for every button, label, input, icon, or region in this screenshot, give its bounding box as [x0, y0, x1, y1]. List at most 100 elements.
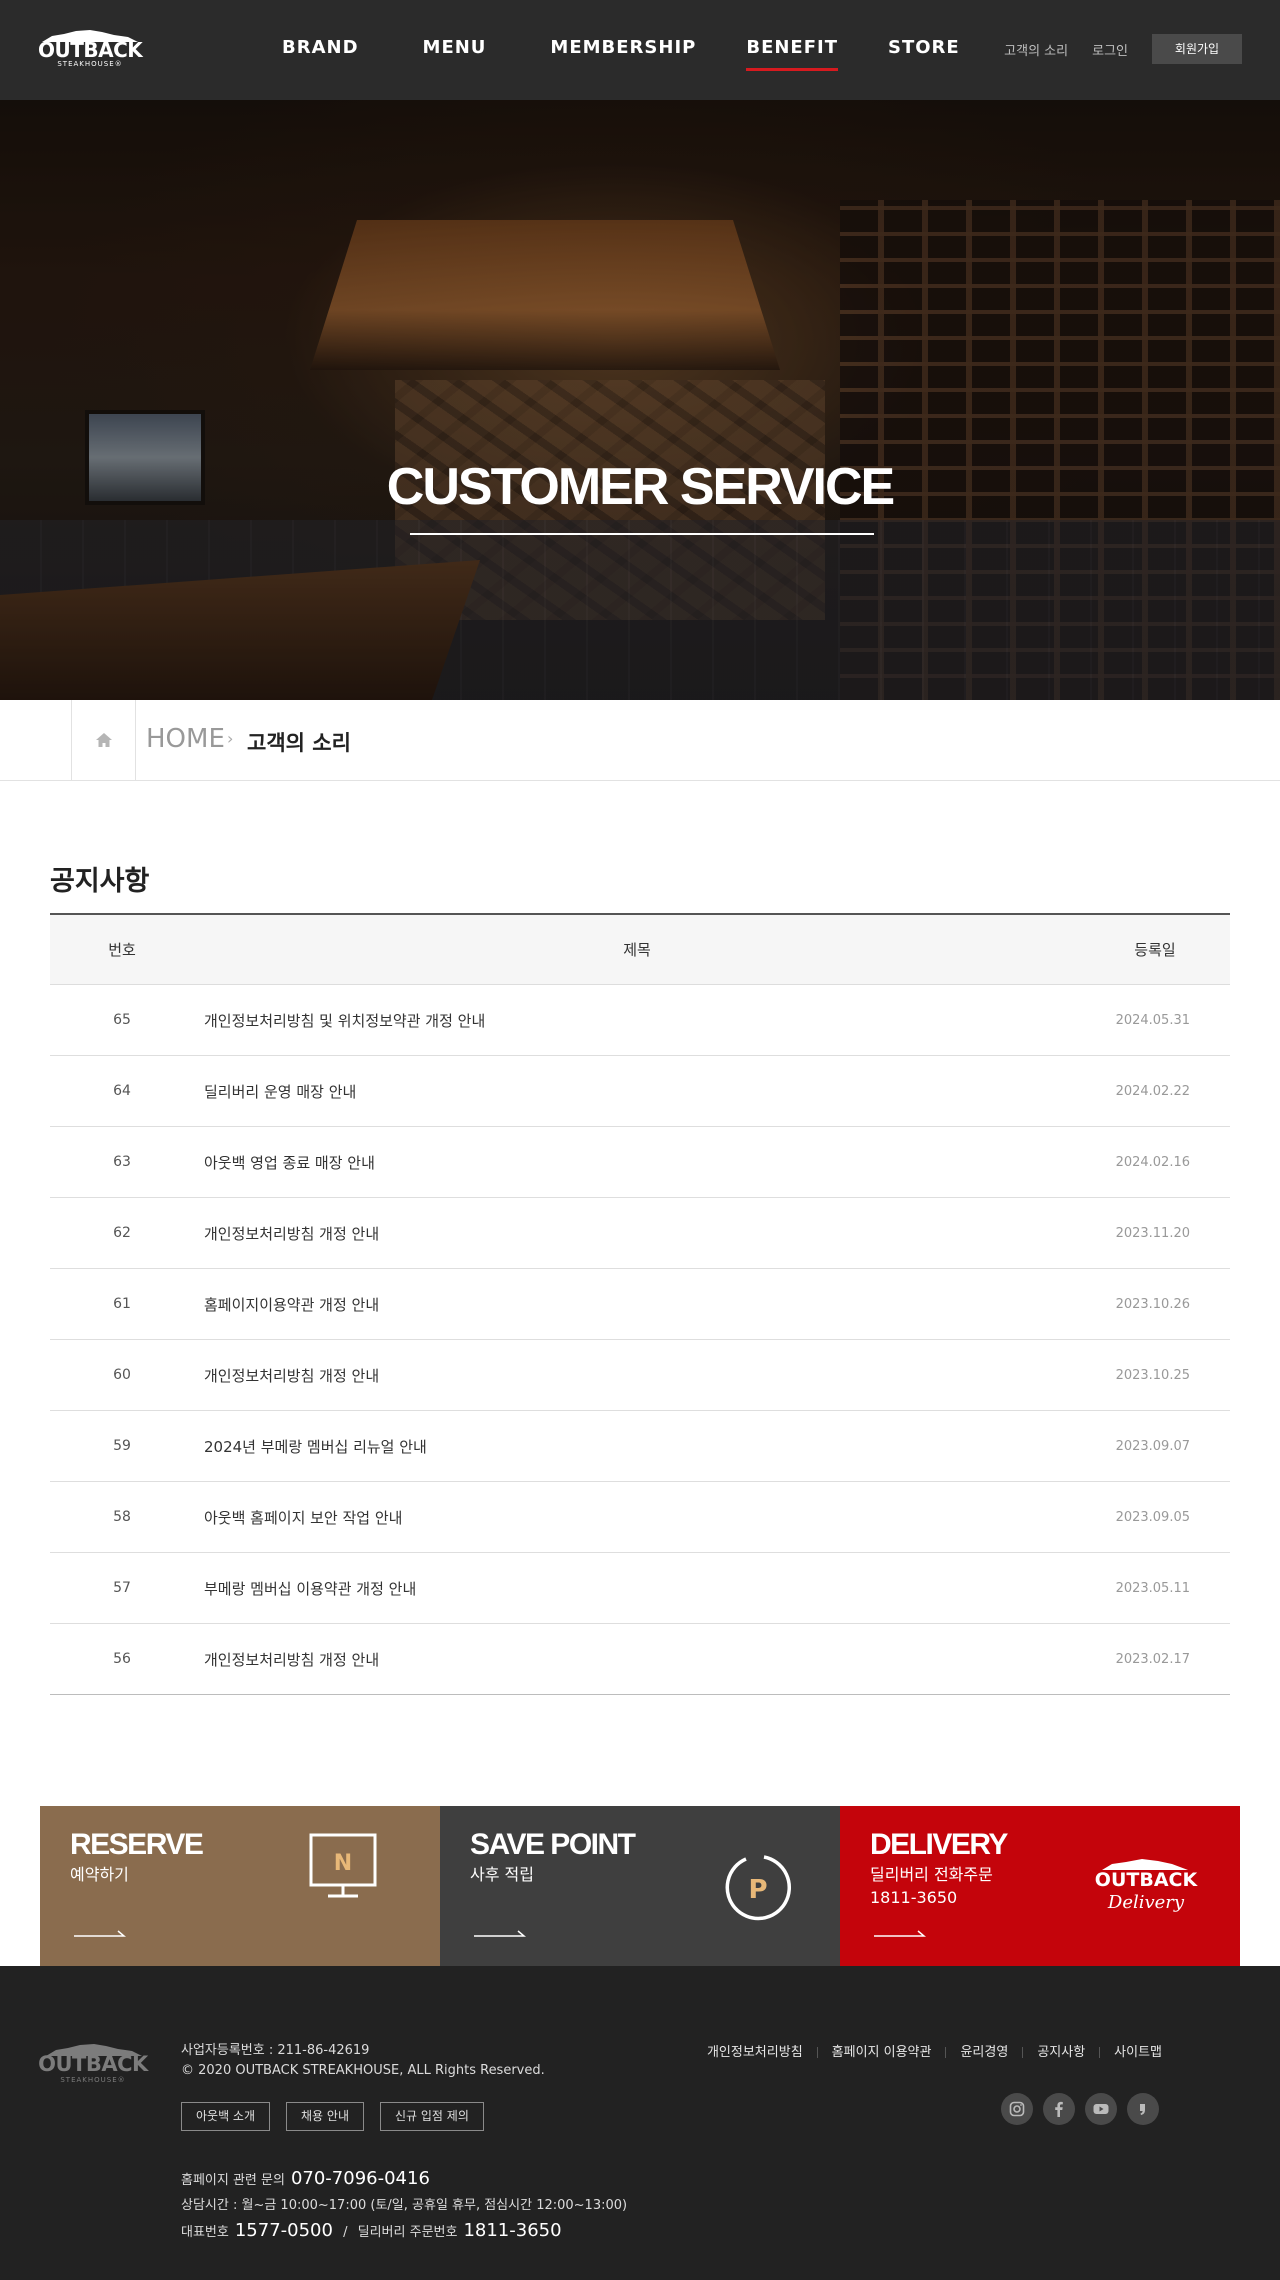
- row-number: 59: [113, 1438, 131, 1454]
- recruit-button[interactable]: 채용 안내: [286, 2102, 364, 2131]
- row-subject-link[interactable]: 개인정보처리방침 개정 안내: [194, 1223, 1080, 1244]
- breadcrumb-home-button[interactable]: [71, 700, 136, 781]
- row-subject-link[interactable]: 부메랑 멤버십 이용약관 개정 안내: [194, 1578, 1080, 1599]
- logo-subtext: STEAKHOUSE®: [57, 60, 123, 68]
- row-number: 65: [113, 1012, 131, 1028]
- chevron-right-icon: ›: [227, 729, 234, 748]
- about-outback-button[interactable]: 아웃백 소개: [181, 2102, 271, 2131]
- row-number: 62: [113, 1225, 131, 1241]
- footer-logo: OUTBACK STEAKHOUSE®: [38, 2044, 148, 2086]
- table-row[interactable]: 60 개인정보처리방침 개정 안내 2023.10.25: [50, 1340, 1230, 1411]
- delivery-subtitle-label: 딜리버리 전화주문: [870, 1865, 993, 1884]
- row-date: 2023.02.17: [1115, 1651, 1190, 1667]
- footer-logo-text: OUTBACK: [38, 2052, 148, 2076]
- home-icon: [96, 733, 112, 747]
- breadcrumb-current: 고객의 소리: [247, 731, 351, 755]
- footer-contact: 홈페이지 관련 문의 070-7096-0416 상담시간 : 월~금 10:00…: [181, 2166, 627, 2245]
- rep-number: 1577-0500: [234, 2220, 333, 2241]
- row-date: 2023.10.26: [1115, 1296, 1190, 1312]
- reserve-banner[interactable]: RESERVE 예약하기 N: [40, 1806, 440, 1966]
- sns-links: [1001, 2093, 1169, 2125]
- save-point-subtitle: 사후 적립: [470, 1865, 534, 1884]
- save-point-title: SAVE POINT: [470, 1828, 636, 1861]
- hero-title: CUSTOMER SERVICE: [386, 458, 895, 516]
- rep-label: 대표번호: [181, 2225, 229, 2240]
- column-header-date: 등록일: [1134, 941, 1176, 959]
- row-date: 2024.02.16: [1115, 1154, 1190, 1170]
- row-subject-link[interactable]: 2024년 부메랑 멤버십 리뉴얼 안내: [194, 1436, 1080, 1457]
- table-row[interactable]: 58 아웃백 홈페이지 보안 작업 안내 2023.09.05: [50, 1482, 1230, 1553]
- customer-voice-link[interactable]: 고객의 소리: [1004, 40, 1068, 59]
- notice-link[interactable]: 공지사항: [1008, 2041, 1085, 2060]
- copyright: © 2020 OUTBACK STREAKHOUSE, ALL Rights R…: [181, 2063, 545, 2078]
- youtube-button[interactable]: [1085, 2093, 1117, 2125]
- table-row[interactable]: 64 딜리버리 운영 매장 안내 2024.02.22: [50, 1056, 1230, 1127]
- row-subject-link[interactable]: 아웃백 홈페이지 보안 작업 안내: [194, 1507, 1080, 1528]
- instagram-button[interactable]: [1001, 2093, 1033, 2125]
- table-row[interactable]: 59 2024년 부메랑 멤버십 리뉴얼 안내 2023.09.07: [50, 1411, 1230, 1482]
- row-number: 63: [113, 1154, 131, 1170]
- facebook-button[interactable]: [1043, 2093, 1075, 2125]
- blog-icon: [1140, 2104, 1145, 2115]
- footer-company-info: 사업자등록번호 : 211-86-42619 © 2020 OUTBACK ST…: [181, 2041, 545, 2081]
- column-header-number: 번호: [108, 941, 136, 959]
- terms-link[interactable]: 홈페이지 이용약관: [803, 2041, 932, 2060]
- nav-store[interactable]: STORE: [888, 0, 960, 100]
- delivery-banner[interactable]: DELIVERY 딜리버리 전화주문 1811-3650 OUTBACK Del…: [840, 1806, 1240, 1966]
- ethics-link[interactable]: 윤리경영: [931, 2041, 1008, 2060]
- row-subject-link[interactable]: 개인정보처리방침 개정 안내: [194, 1649, 1080, 1670]
- nav-membership[interactable]: MEMBERSHIP: [550, 0, 696, 100]
- notice-table: 번호 제목 등록일 65 개인정보처리방침 및 위치정보약관 개정 안내 202…: [50, 913, 1230, 1695]
- delivery-subtitle: 딜리버리 전화주문 1811-3650: [870, 1863, 993, 1909]
- table-row[interactable]: 65 개인정보처리방침 및 위치정보약관 개정 안내 2024.05.31: [50, 985, 1230, 1056]
- nav-benefit[interactable]: BENEFIT: [746, 0, 838, 100]
- arrow-right-icon: [474, 1930, 526, 1937]
- column-header-subject: 제목: [623, 941, 651, 959]
- row-subject-link[interactable]: 딜리버리 운영 매장 안내: [194, 1081, 1080, 1102]
- row-number: 56: [113, 1651, 131, 1667]
- contact-separator: /: [343, 2225, 348, 2240]
- blog-button[interactable]: [1127, 2093, 1159, 2125]
- sitemap-link[interactable]: 사이트맵: [1085, 2041, 1162, 2060]
- point-coin-icon: P: [725, 1855, 791, 1921]
- footer-buttons: 아웃백 소개 채용 안내 신규 입점 제의: [181, 2102, 500, 2131]
- point-icon-letter: P: [748, 1875, 767, 1905]
- row-date: 2023.09.07: [1115, 1438, 1190, 1454]
- row-subject-link[interactable]: 아웃백 영업 종료 매장 안내: [194, 1152, 1080, 1173]
- table-row[interactable]: 63 아웃백 영업 종료 매장 안내 2024.02.16: [50, 1127, 1230, 1198]
- arrow-right-icon: [874, 1930, 926, 1937]
- facebook-icon: [1055, 2101, 1063, 2117]
- row-number: 60: [113, 1367, 131, 1383]
- new-store-proposal-button[interactable]: 신규 입점 제의: [380, 2102, 484, 2131]
- consult-hours: 상담시간 : 월~금 10:00~17:00 (토/일, 공휴일 휴무, 점심시…: [181, 2198, 628, 2213]
- row-subject-link[interactable]: 개인정보처리방침 개정 안내: [194, 1365, 1080, 1386]
- instagram-icon: [1009, 2101, 1025, 2117]
- join-button[interactable]: 회원가입: [1152, 34, 1242, 64]
- nav-brand[interactable]: BRAND: [282, 0, 359, 100]
- table-row[interactable]: 62 개인정보처리방침 개정 안내 2023.11.20: [50, 1198, 1230, 1269]
- breadcrumb-root[interactable]: HOME: [146, 724, 225, 754]
- utility-nav: 고객의 소리 로그인 회원가입: [1004, 34, 1242, 64]
- row-date: 2023.10.25: [1115, 1367, 1190, 1383]
- table-row[interactable]: 57 부메랑 멤버십 이용약관 개정 안내 2023.05.11: [50, 1553, 1230, 1624]
- inquiry-number: 070-7096-0416: [290, 2168, 430, 2189]
- row-date: 2023.11.20: [1115, 1225, 1190, 1241]
- privacy-policy-link[interactable]: 개인정보처리방침: [707, 2041, 803, 2060]
- table-row[interactable]: 56 개인정보처리방침 개정 안내 2023.02.17: [50, 1624, 1230, 1695]
- main-nav: BRAND MENU MEMBERSHIP BENEFIT STORE: [258, 0, 1002, 100]
- hero-overlay: [0, 100, 1280, 700]
- row-number: 57: [113, 1580, 131, 1596]
- nav-menu[interactable]: MENU: [423, 0, 487, 100]
- delivery-order-label: 딜리버리 주문번호: [357, 2225, 458, 2240]
- row-subject-link[interactable]: 개인정보처리방침 및 위치정보약관 개정 안내: [194, 1010, 1080, 1031]
- footer-logo-subtext: STEAKHOUSE®: [60, 2076, 126, 2084]
- row-date: 2023.05.11: [1115, 1580, 1190, 1596]
- site-footer: OUTBACK STEAKHOUSE® 사업자등록번호 : 211-86-426…: [0, 1966, 1280, 2280]
- row-number: 58: [113, 1509, 131, 1525]
- reserve-icon-letter: N: [334, 1851, 352, 1876]
- save-point-banner[interactable]: SAVE POINT 사후 적립 P: [440, 1806, 840, 1966]
- outback-logo[interactable]: OUTBACK STEAKHOUSE®: [38, 30, 143, 70]
- row-subject-link[interactable]: 홈페이지이용약관 개정 안내: [194, 1294, 1080, 1315]
- table-row[interactable]: 61 홈페이지이용약관 개정 안내 2023.10.26: [50, 1269, 1230, 1340]
- login-link[interactable]: 로그인: [1092, 40, 1128, 59]
